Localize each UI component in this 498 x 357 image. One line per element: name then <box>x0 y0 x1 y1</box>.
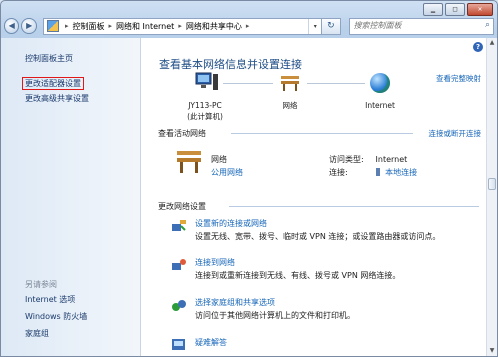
computer-label: JY113-PC (此计算机) <box>183 100 227 122</box>
vertical-scrollbar[interactable]: ▲ ▼ <box>486 38 497 356</box>
computer-sub: (此计算机) <box>187 112 223 121</box>
sidebar-item-internet-options[interactable]: Internet 选项 <box>25 294 75 305</box>
access-type-row: 访问类型: Internet <box>329 154 407 165</box>
address-bar[interactable]: ▸ 控制面板 ▸ 网络和 Internet ▸ 网络和共享中心 ▸ ▾ <box>42 17 323 35</box>
sidebar: 控制面板主页 更改适配器设置 更改高级共享设置 另请参阅 Internet 选项… <box>1 38 141 356</box>
minimize-button[interactable]: ▁ <box>423 3 443 16</box>
breadcrumb-network-internet[interactable]: 网络和 Internet <box>115 21 175 32</box>
search-icon[interactable]: ⌕ <box>485 20 490 30</box>
breadcrumb-separator: ▸ <box>108 22 112 30</box>
map-connector-line <box>223 83 273 85</box>
scroll-up-arrow[interactable]: ▲ <box>487 38 497 48</box>
map-connector-line <box>307 83 365 85</box>
address-dropdown-button[interactable]: ▾ <box>308 18 321 34</box>
network-type-link[interactable]: 公用网络 <box>211 167 243 178</box>
setup-connection-desc: 设置无线、宽带、拨号、临时或 VPN 连接；或设置路由器或访问点。 <box>195 232 441 241</box>
connection-label: 连接: <box>329 168 348 177</box>
close-button[interactable]: ✕ <box>467 3 493 16</box>
control-panel-icon <box>46 20 59 32</box>
sidebar-item-windows-firewall[interactable]: Windows 防火墙 <box>25 311 87 322</box>
sidebar-item-homegroup[interactable]: 家庭组 <box>25 328 49 339</box>
breadcrumb: ▸ 控制面板 ▸ 网络和 Internet ▸ 网络和共享中心 ▸ <box>44 20 252 32</box>
computer-icon <box>195 72 219 92</box>
active-network-bench-icon <box>175 148 203 176</box>
connect-network-icon <box>171 257 187 273</box>
setup-connection-icon <box>171 218 187 234</box>
page-title: 查看基本网络信息并设置连接 <box>159 58 302 71</box>
network-map-label: 网络 <box>282 101 298 110</box>
computer-name: JY113-PC <box>188 101 222 110</box>
sidebar-item-change-adapter-settings[interactable]: 更改适配器设置 <box>22 77 84 90</box>
search-box[interactable]: ⌕ <box>348 17 495 35</box>
network-bench-icon <box>279 74 301 94</box>
sidebar-item-control-panel-home[interactable]: 控制面板主页 <box>25 53 73 64</box>
caption-buttons: ▁ □ ✕ <box>423 3 493 16</box>
homegroup-sharing-desc: 访问位于其他网络计算机上的文件和打印机。 <box>195 311 355 320</box>
see-also-heading: 另请参阅 <box>25 280 57 289</box>
breadcrumb-separator: ▸ <box>64 22 69 30</box>
breadcrumb-separator: ▸ <box>178 22 182 30</box>
back-button[interactable]: ◀ <box>4 18 20 34</box>
explorer-window: ▁ □ ✕ ◀ ▶ ▸ 控制面板 ▸ 网络和 Internet ▸ 网络和共享中… <box>0 0 498 357</box>
navigation-bar: ◀ ▶ ▸ 控制面板 ▸ 网络和 Internet ▸ 网络和共享中心 ▸ ▾ … <box>4 17 495 35</box>
connect-network-desc: 连接到或重新连接到无线、有线、拨号或 VPN 网络连接。 <box>195 271 401 280</box>
active-networks-heading: 查看活动网络 <box>158 129 206 138</box>
maximize-button[interactable]: □ <box>445 3 465 16</box>
internet-globe-icon <box>370 73 390 93</box>
connect-disconnect-link[interactable]: 连接或断开连接 <box>429 128 482 139</box>
homegroup-sharing-icon <box>171 297 187 313</box>
access-type-label: 访问类型: <box>329 155 364 164</box>
local-connection-icon <box>375 168 380 176</box>
breadcrumb-network-sharing-center[interactable]: 网络和共享中心 <box>185 21 243 32</box>
scroll-down-arrow[interactable]: ▼ <box>487 346 497 356</box>
access-type-value: Internet <box>375 155 408 164</box>
troubleshoot-icon <box>171 337 187 353</box>
active-network-name: 网络 <box>211 155 227 164</box>
connection-row: 连接: 本地连接 <box>329 167 417 178</box>
scroll-thumb[interactable] <box>488 178 496 190</box>
divider <box>229 206 479 207</box>
divider <box>231 133 413 134</box>
search-input[interactable] <box>349 18 474 32</box>
internet-label: Internet <box>365 101 395 110</box>
connect-network-link[interactable]: 连接到网络 <box>195 257 235 268</box>
sidebar-item-advanced-sharing-settings[interactable]: 更改高级共享设置 <box>25 93 89 104</box>
main-content: ? 查看基本网络信息并设置连接 查看完整映射 JY113-PC (此计算机) 网… <box>141 38 487 356</box>
forward-button[interactable]: ▶ <box>21 18 37 34</box>
breadcrumb-control-panel[interactable]: 控制面板 <box>71 21 105 32</box>
setup-connection-link[interactable]: 设置新的连接或网络 <box>195 218 267 229</box>
local-connection-link[interactable]: 本地连接 <box>385 168 417 177</box>
breadcrumb-separator: ▸ <box>245 22 250 30</box>
view-full-map-link[interactable]: 查看完整映射 <box>436 73 481 84</box>
troubleshoot-link[interactable]: 疑难解答 <box>195 337 227 348</box>
refresh-button[interactable]: ↻ <box>322 17 341 35</box>
change-settings-heading: 更改网络设置 <box>158 202 206 211</box>
help-icon[interactable]: ? <box>473 42 483 52</box>
homegroup-sharing-link[interactable]: 选择家庭组和共享选项 <box>195 297 275 308</box>
